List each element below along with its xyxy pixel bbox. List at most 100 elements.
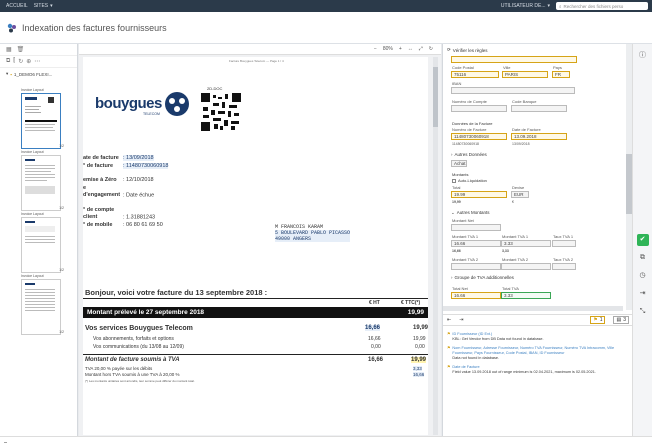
montant-tva2-field[interactable] (451, 263, 501, 270)
nav-sites[interactable]: SITES ▾ (34, 3, 53, 9)
fit-page-icon[interactable]: ⤢ (419, 46, 423, 52)
split-icon[interactable]: ⫿ (13, 58, 15, 65)
num-facture-label: Numéro de Facture (452, 127, 487, 132)
brand-name: bouygues (95, 95, 162, 112)
chevron-down-icon: ▾ (6, 71, 9, 76)
total-ocr: 19,99 (452, 200, 461, 204)
search-input[interactable]: ⌕ Rechercher des fichiers perso (556, 2, 648, 10)
arrow-left-icon[interactable]: ⇤ (447, 317, 451, 323)
message-item[interactable]: ⚑ Date de Facture Field value 13.09.2018 o… (447, 365, 627, 375)
prelevement-banner: Montant prélevé le 27 septembre 2018 19,… (83, 307, 428, 318)
montant-net-field[interactable] (451, 224, 501, 231)
document-tree-node[interactable]: ▾ ▪ 1_DEMO6 FLEXI... (0, 68, 77, 80)
rotate-icon[interactable]: ↻ (429, 46, 433, 52)
chevron-right-icon: › (451, 152, 453, 157)
montant-tva1-field[interactable]: 16.66 (451, 240, 501, 247)
achat-field[interactable]: Achat (451, 160, 467, 167)
zoom-level[interactable]: 80% (383, 46, 393, 52)
copy-icon[interactable]: ⧉ (6, 58, 10, 65)
info-count-badge[interactable]: ▤ 3 (613, 316, 629, 324)
thumbnail-image: 1/2 (21, 93, 64, 149)
montant-tva1b-ocr: 3,33 (502, 249, 509, 253)
tva-ttc: 19,99 (411, 357, 427, 363)
warning-count-badge[interactable]: ⚑ 1 (590, 316, 606, 324)
montant-tva2b-field[interactable] (501, 263, 551, 270)
num-facture-field[interactable]: 11480730060918 (451, 133, 507, 140)
tva-ht: 16,66 (368, 357, 384, 363)
form-hscrollbar[interactable] (443, 306, 623, 311)
footer-brand-icon: ▬ (4, 440, 7, 444)
user-menu[interactable]: UTILISATEUR DE... ▾ (501, 3, 550, 9)
ville-field[interactable]: PARIS (502, 71, 548, 78)
taux-tva1-field[interactable] (552, 240, 576, 247)
scrollbar-thumb[interactable] (433, 67, 438, 127)
verify-rules-button[interactable]: ⟳ Vérifier les règles (447, 47, 488, 53)
footer: ▬ (0, 436, 652, 447)
code-banque-field[interactable] (511, 105, 567, 112)
ville-label: Ville (503, 65, 511, 70)
delete-icon[interactable]: 🗑 (17, 46, 25, 53)
page-thumbnail-pane: ▦ 🗑 ⧉ ⫿ ↻ ⊕ ⋯ ▾ ▪ 1_DEMO6 FLEXI... Invoi… (0, 44, 78, 436)
total-net-label: Total Net (452, 286, 468, 291)
autoliquidation-checkbox[interactable]: Auto-Liquidation (452, 178, 487, 183)
info-icon[interactable]: ⓘ (637, 50, 649, 62)
groupe-tva-toggle[interactable]: › Groupe de TVA additionnelles (451, 275, 514, 280)
info-value: : 1.31881243 (123, 214, 156, 220)
page-thumbnail[interactable]: Invoice Layout 1/2 (21, 274, 65, 335)
total-field[interactable]: 19.99 (451, 191, 507, 198)
grid-icon[interactable]: ▦ (6, 46, 12, 53)
total-tva-field[interactable]: 3.33 (501, 292, 551, 299)
autres-montants-toggle[interactable]: ⌄ Autres Montants (451, 210, 490, 216)
rotate-icon[interactable]: ↻ (18, 58, 23, 65)
zoom-out-icon[interactable]: − (374, 46, 377, 52)
num-compte-field[interactable] (451, 105, 507, 112)
montant-tva2-label: Montant TVA 2 (452, 257, 479, 262)
num-facture-ocr: 11480730060918 (452, 142, 479, 146)
flag-icon: ⚑ (447, 346, 451, 350)
autres-donnees-label: Autres Données (454, 152, 487, 157)
exit-icon[interactable]: ⇥ (637, 288, 649, 300)
autres-donnees-toggle[interactable]: › Autres Données (451, 152, 487, 157)
taux-tva2-field[interactable] (552, 263, 576, 270)
invoice-info-block: ate de facture: 13/09/2018 ° de facture:… (83, 155, 233, 229)
devise-field[interactable]: EUR (511, 191, 529, 198)
checkbox-box (452, 178, 456, 183)
message-item[interactable]: ⚑ ID Fournisseur (ID Ext.) KBL: Get Vendor… (447, 332, 627, 342)
warning-count: 1 (599, 317, 603, 323)
info-row: ° de compte client: 1.31881243 (83, 207, 233, 222)
qr-label: 2D-DOC (207, 86, 223, 91)
code-postal-field[interactable]: 75116 (451, 71, 499, 78)
iban-field[interactable] (451, 87, 575, 94)
validate-check-icon[interactable]: ✔ (636, 234, 649, 246)
info-count: 3 (623, 317, 626, 323)
fit-width-icon[interactable]: ↔ (408, 46, 413, 52)
montant-tva1b-field[interactable]: 3.33 (501, 240, 551, 247)
divider (83, 298, 428, 299)
sub2-ttc: 0,00 (415, 344, 425, 350)
page-thumbnail[interactable]: Invoice Layout 1/2 (21, 212, 65, 273)
thumbnail-page-number: 1/2 (59, 144, 64, 148)
supplier-address-field[interactable] (451, 56, 577, 63)
user-menu-label: UTILISATEUR DE... (500, 3, 546, 9)
pays-field[interactable]: FR (552, 71, 570, 78)
montant-tva1-ocr: 16,66 (452, 249, 461, 253)
page-thumbnail[interactable]: Invoice Layout 1/2 (21, 88, 65, 149)
code-banque-label: Code Banque (512, 99, 537, 104)
total-net-field[interactable]: 16.66 (451, 292, 501, 299)
prelevement-label: Montant prélevé le 27 septembre 2018 (87, 309, 205, 316)
right-action-rail: ⓘ ✔ ⧉ ◷ ⇥ ⤡ (632, 44, 652, 436)
zoom-in-icon[interactable]: + (399, 46, 402, 52)
zoom-icon[interactable]: ⊕ (26, 58, 31, 65)
more-icon[interactable]: ⋯ (34, 58, 40, 65)
viewer-scrollbar[interactable] (433, 57, 438, 435)
arrow-right-icon[interactable]: ⇥ (459, 317, 463, 323)
copy-document-icon[interactable]: ⧉ (637, 252, 649, 264)
delegate-icon[interactable]: ⤡ (637, 306, 649, 318)
nav-home[interactable]: ACCUEIL (6, 3, 28, 9)
history-clock-icon[interactable]: ◷ (637, 270, 649, 282)
page-header: Indexation des factures fournisseurs (0, 12, 652, 44)
page-thumbnail[interactable]: Invoice Layout 1/2 (21, 150, 65, 211)
page-preview-icon (25, 159, 55, 194)
date-facture-field[interactable]: 13.09.2018 (511, 133, 567, 140)
message-item[interactable]: ⚑ Nom Fournisseur, Adresse Fournisseur, N… (447, 346, 627, 361)
